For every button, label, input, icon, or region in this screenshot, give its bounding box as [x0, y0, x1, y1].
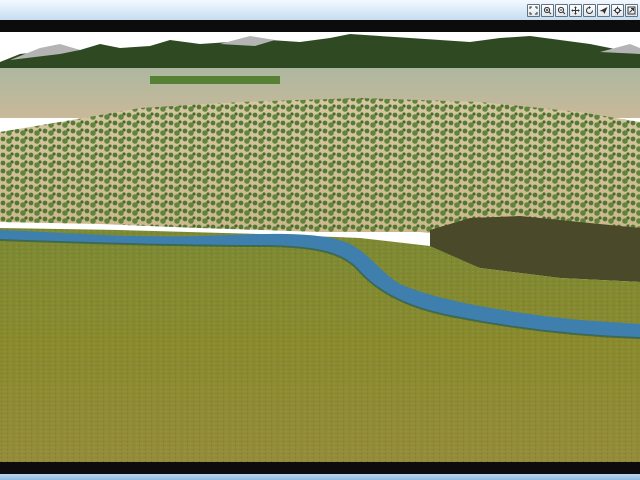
- far-forest-band: [150, 76, 280, 84]
- zoom-extent-button[interactable]: [527, 4, 540, 17]
- view-toolbar: [527, 4, 638, 17]
- rotate-button[interactable]: [583, 4, 596, 17]
- terrain-viewer-window: [0, 0, 640, 480]
- fly-icon: [599, 7, 608, 14]
- fullscreen-button[interactable]: [625, 4, 638, 17]
- fullscreen-icon: [627, 6, 636, 15]
- pan-icon: [571, 6, 580, 15]
- fly-button[interactable]: [597, 4, 610, 17]
- zoom-in-icon: [543, 6, 552, 15]
- terrain-scene: [0, 32, 640, 462]
- zoom-out-icon: [557, 6, 566, 15]
- letterbox-top-bar: [0, 20, 640, 32]
- window-titlebar: [0, 0, 640, 21]
- letterbox-bottom-bar: [0, 462, 640, 474]
- zoom-out-button[interactable]: [555, 4, 568, 17]
- pan-button[interactable]: [569, 4, 582, 17]
- window-statusbar: [0, 474, 640, 480]
- rotate-icon: [586, 6, 593, 14]
- terrain-3d-viewport[interactable]: [0, 32, 640, 462]
- settings-button[interactable]: [611, 4, 624, 17]
- zoom-extent-icon: [529, 6, 538, 15]
- zoom-in-button[interactable]: [541, 4, 554, 17]
- settings-icon: [613, 6, 622, 15]
